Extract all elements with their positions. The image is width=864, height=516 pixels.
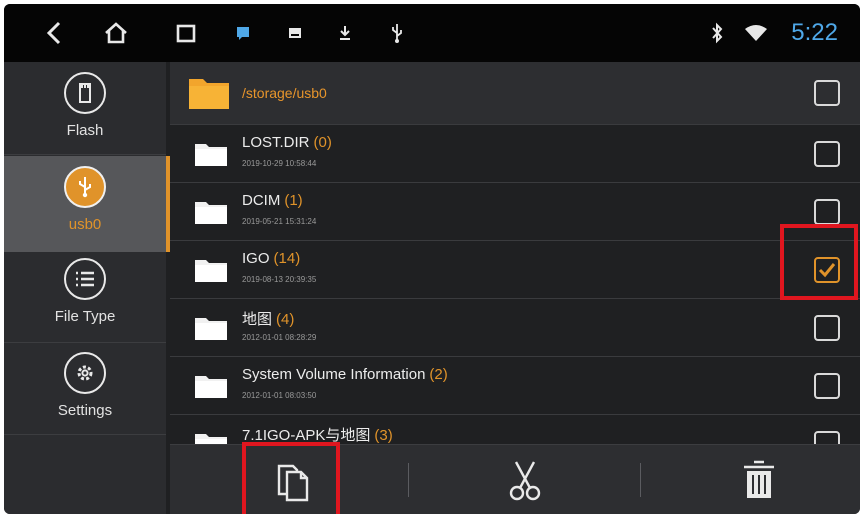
file-name: IGO (14) [242, 250, 301, 267]
path-row: /storage/usb0 [170, 62, 860, 124]
usb-icon [64, 166, 106, 208]
select-all-checkbox[interactable] [814, 80, 840, 106]
download-icon [330, 4, 360, 62]
wifi-icon [738, 4, 774, 62]
sidebar-divider [4, 434, 166, 435]
recent-apps-icon[interactable] [166, 4, 206, 62]
row-checkbox[interactable] [814, 315, 840, 341]
folder-icon [195, 376, 227, 398]
file-name: System Volume Information (2) [242, 366, 448, 383]
file-date: 2019-10-29 10:58:44 [242, 159, 317, 168]
list-item[interactable]: 地图 (4) 2012-01-01 08:28:29 [170, 298, 860, 357]
row-checkbox[interactable] [814, 373, 840, 399]
sidebar-item-file-type[interactable]: File Type [4, 258, 166, 325]
back-icon[interactable] [34, 4, 74, 62]
folder-icon [195, 202, 227, 224]
delete-icon [744, 460, 774, 498]
sidebar-item-label: Settings [57, 402, 113, 419]
highlight-copy-annotation [242, 442, 340, 514]
file-date: 2019-05-21 15:31:24 [242, 217, 317, 226]
folder-icon [195, 318, 227, 340]
sidebar-divider [4, 154, 166, 155]
usb-icon [382, 4, 412, 62]
row-checkbox[interactable] [814, 199, 840, 225]
sidebar-item-label: Flash [66, 122, 104, 139]
status-time: 5:22 [791, 19, 838, 46]
list-item[interactable]: System Volume Information (2) 2012-01-01 … [170, 356, 860, 415]
toolbar-divider [408, 463, 409, 497]
sidebar-item-label: usb0 [68, 216, 102, 233]
bluetooth-icon [702, 4, 732, 62]
file-name: DCIM (1) [242, 192, 303, 209]
file-name: 7.1IGO-APK与地图 (3) [242, 427, 393, 444]
cut-button[interactable] [480, 445, 570, 514]
highlight-checkbox-annotation [780, 224, 858, 300]
sidebar-item-flash[interactable]: Flash [4, 72, 166, 139]
list-item[interactable]: LOST.DIR (0) 2019-10-29 10:58:44 [170, 124, 860, 183]
file-date: 2012-01-01 08:03:50 [242, 391, 317, 400]
list-item[interactable]: 7.1IGO-APK与地图 (3) [170, 414, 860, 444]
toolbar-divider [640, 463, 641, 497]
cut-icon [509, 461, 541, 501]
sidebar-item-label: File Type [54, 308, 116, 325]
home-icon[interactable] [96, 4, 136, 62]
list-item[interactable]: IGO (14) 2019-08-13 20:39:35 [170, 240, 860, 299]
sidebar-item-settings[interactable]: Settings [4, 352, 166, 419]
gear-icon [64, 352, 106, 394]
file-date: 2019-08-13 20:39:35 [242, 275, 317, 284]
list-icon [64, 258, 106, 300]
folder-icon [195, 260, 227, 282]
file-name: LOST.DIR (0) [242, 134, 332, 151]
sidebar-divider [4, 342, 166, 343]
notification-icon [228, 4, 258, 62]
file-list: /storage/usb0 LOST.DIR (0) 2019-10-29 10:… [170, 62, 860, 444]
current-path: /storage/usb0 [242, 85, 327, 101]
folder-icon [195, 434, 227, 444]
status-bar: 5:22 [4, 4, 860, 62]
delete-button[interactable] [714, 445, 804, 514]
file-manager-screen: 5:22 Flash usb0 File Type Settings /stor… [4, 4, 860, 514]
list-item[interactable]: DCIM (1) 2019-05-21 15:31:24 [170, 182, 860, 241]
gallery-icon [280, 4, 310, 62]
folder-icon [189, 79, 229, 109]
sidebar: Flash usb0 File Type Settings [4, 62, 170, 514]
folder-icon [195, 144, 227, 166]
file-date: 2012-01-01 08:28:29 [242, 333, 317, 342]
sidebar-item-usb0[interactable]: usb0 [4, 166, 166, 233]
flash-storage-icon [64, 72, 106, 114]
row-checkbox[interactable] [814, 141, 840, 167]
row-checkbox[interactable] [814, 431, 840, 444]
file-name: 地图 (4) [242, 311, 295, 328]
